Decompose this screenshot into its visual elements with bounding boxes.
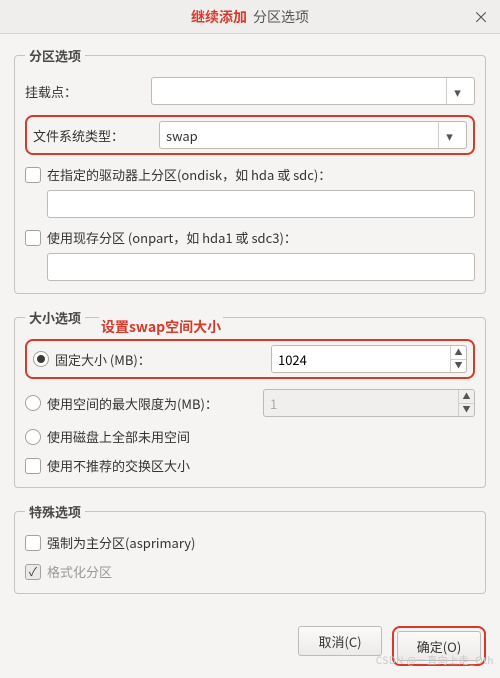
size-fixed-spin[interactable]: ▲ ▼: [271, 345, 467, 373]
cancel-button[interactable]: 取消(C): [298, 626, 382, 656]
chevron-down-icon[interactable]: ▼: [451, 360, 466, 373]
titlebar: 继续添加 分区选项 ×: [0, 0, 500, 34]
chevron-down-icon: ▾: [446, 78, 468, 104]
title-sub: 分区选项: [253, 7, 309, 27]
annotation-swap-size: 设置swap空间大小: [99, 317, 223, 337]
mountpoint-combo[interactable]: ▾: [151, 77, 475, 105]
asprimary-checkbox[interactable]: [25, 535, 41, 551]
title-main: 继续添加: [191, 7, 247, 27]
chevron-down-icon: ▾: [438, 122, 460, 148]
asprimary-label: 强制为主分区(asprimary): [47, 533, 195, 552]
chevron-up-icon: ▲: [459, 390, 474, 404]
section-special-legend: 特殊选项: [25, 502, 85, 521]
size-max-input: [264, 390, 458, 416]
close-icon[interactable]: ×: [470, 5, 492, 27]
size-max-radio[interactable]: [25, 395, 41, 411]
ondisk-label: 在指定的驱动器上分区(ondisk，如 hda 或 sdc)：: [47, 165, 331, 184]
dialog-footer: 取消(C) 确定(O): [0, 618, 500, 678]
onpart-checkbox[interactable]: [25, 230, 41, 246]
ondisk-checkbox[interactable]: [25, 167, 41, 183]
size-fill-label: 使用磁盘上全部未用空间: [47, 427, 190, 446]
size-max-spin: ▲ ▼: [263, 389, 475, 417]
ondisk-input[interactable]: [47, 190, 475, 218]
format-checkbox: [25, 564, 41, 580]
section-size: 大小选项 设置swap空间大小 固定大小 (MB)： ▲ ▼: [14, 308, 486, 488]
fstype-row-highlight: 文件系统类型： swap ▾: [25, 115, 475, 155]
size-recommended-label: 使用不推荐的交换区大小: [47, 456, 190, 475]
format-label: 格式化分区: [47, 562, 112, 581]
fstype-value: swap: [166, 126, 434, 145]
fstype-label: 文件系统类型：: [33, 126, 153, 145]
section-size-legend: 大小选项: [25, 308, 85, 327]
cancel-button-label: 取消(C): [318, 632, 361, 651]
chevron-down-icon: ▼: [459, 404, 474, 417]
size-fill-radio[interactable]: [25, 429, 41, 445]
fstype-combo[interactable]: swap ▾: [159, 121, 467, 149]
dialog-body: 分区选项 挂载点： ▾ 文件系统类型： swap ▾ 在指定的: [0, 34, 500, 618]
section-partition: 分区选项 挂载点： ▾ 文件系统类型： swap ▾ 在指定的: [14, 46, 486, 294]
size-fixed-label: 固定大小 (MB)：: [55, 350, 151, 369]
section-special: 特殊选项 强制为主分区(asprimary) 格式化分区: [14, 502, 486, 594]
chevron-up-icon[interactable]: ▲: [451, 346, 466, 360]
size-recommended-checkbox[interactable]: [25, 458, 41, 474]
onpart-label: 使用现存分区 (onpart，如 hda1 或 sdc3)：: [47, 228, 297, 247]
section-partition-legend: 分区选项: [25, 46, 85, 65]
watermark: CSDN @一直向上走_Oth: [376, 652, 494, 667]
size-max-label: 使用空间的最大限度为(MB)：: [47, 394, 218, 413]
size-fixed-radio[interactable]: [33, 351, 49, 367]
onpart-input[interactable]: [47, 253, 475, 281]
size-fixed-input[interactable]: [272, 346, 450, 372]
mountpoint-label: 挂载点：: [25, 82, 145, 101]
fixed-size-highlight: 固定大小 (MB)： ▲ ▼: [25, 339, 475, 379]
